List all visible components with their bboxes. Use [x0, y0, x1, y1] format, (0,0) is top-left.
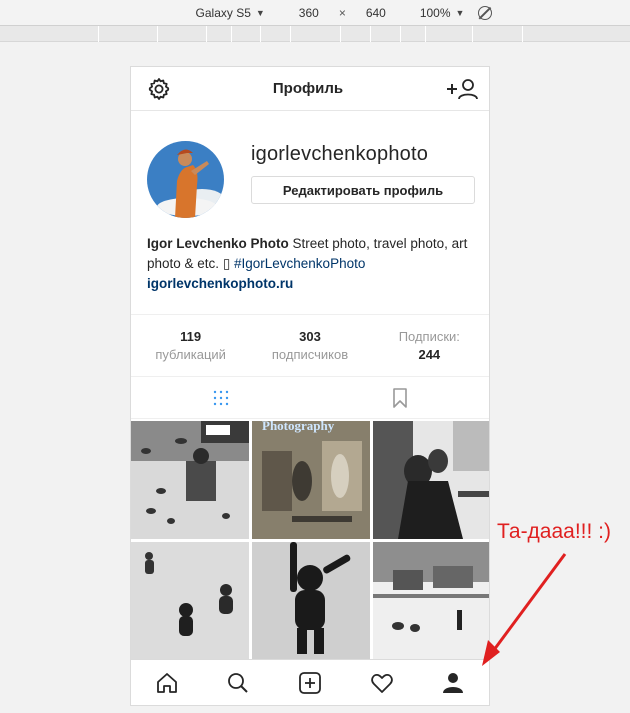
media-query-ruler: [0, 26, 630, 42]
followers-count: 303: [299, 329, 321, 344]
nav-activity[interactable]: [364, 665, 400, 701]
device-select[interactable]: Galaxy S5 ▼: [196, 6, 265, 20]
bio: Igor Levchenko Photo Street photo, trave…: [131, 234, 489, 314]
stat-posts[interactable]: 119 публикаций: [131, 315, 250, 376]
following-count: 244: [418, 347, 441, 362]
chevron-down-icon: ▼: [255, 7, 265, 18]
red-arrow-annotation: [482, 553, 567, 666]
photo-caption: Photography: [262, 421, 335, 433]
photo-couple-tram[interactable]: [373, 421, 489, 539]
grid-icon: [213, 390, 228, 405]
home-icon: [156, 672, 177, 693]
posts-label: публикаций: [155, 347, 226, 362]
stat-following[interactable]: Подписки: 244: [370, 315, 489, 376]
photo-snow-village[interactable]: [373, 542, 489, 660]
following-label: Подписки:: [398, 329, 460, 344]
profile-icon: [443, 672, 464, 693]
photo-snow-children[interactable]: [131, 542, 249, 660]
nav-profile[interactable]: [435, 665, 471, 701]
annotation-text: Та-дааа!!! :): [497, 520, 612, 543]
add-user-icon[interactable]: [445, 77, 479, 101]
posts-count: 119: [180, 329, 202, 344]
phone-viewport: Профиль igorlevchenkophoto Редактировать…: [130, 66, 490, 706]
stat-followers[interactable]: 303 подписчиков: [250, 315, 369, 376]
zoom-select[interactable]: 100% ▼: [420, 6, 465, 20]
device-name: Galaxy S5: [195, 5, 251, 20]
tab-grid[interactable]: [131, 377, 310, 418]
bio-hashtag[interactable]: #IgorLevchenkoPhoto: [230, 256, 365, 271]
bottom-nav: [131, 659, 489, 705]
heart-icon: [370, 673, 393, 693]
times-sign: ×: [338, 5, 346, 20]
add-post-icon: [299, 671, 321, 694]
search-icon: [228, 672, 249, 693]
zoom-value: 100%: [419, 5, 451, 20]
page-title: Профиль: [272, 80, 344, 97]
username: igorlevchenkophoto: [251, 143, 429, 165]
profile-tabs: [131, 377, 489, 419]
nav-home[interactable]: [149, 665, 185, 701]
chevron-down-icon: ▼: [455, 7, 465, 18]
rotate-disabled-icon[interactable]: [478, 5, 493, 20]
nav-add-post[interactable]: [292, 665, 328, 701]
height-field[interactable]: 640: [354, 6, 398, 20]
tab-saved[interactable]: [310, 377, 489, 418]
gear-icon[interactable]: [147, 77, 171, 101]
nav-search[interactable]: [220, 665, 256, 701]
photo-grid: Photography: [131, 419, 489, 660]
avatar[interactable]: [147, 141, 224, 218]
bio-link[interactable]: igorlevchenkophoto.ru: [147, 274, 473, 294]
edit-profile-button[interactable]: Редактировать профиль: [251, 176, 475, 204]
stats-bar: 119 публикаций 303 подписчиков Подписки:…: [131, 314, 489, 377]
followers-label: подписчиков: [271, 347, 349, 362]
width-field[interactable]: 360: [287, 6, 331, 20]
photo-street-musicians[interactable]: Photography: [252, 421, 370, 539]
photo-child-statue[interactable]: [252, 542, 370, 660]
top-bar: Профиль: [131, 67, 489, 111]
profile-header: igorlevchenkophoto Редактировать профиль: [131, 111, 489, 234]
device-toolbar: Galaxy S5 ▼ 360 × 640 100% ▼: [0, 0, 630, 26]
bio-name: Igor Levchenko Photo: [147, 236, 289, 251]
bookmark-icon: [392, 387, 407, 408]
photo-pigeons[interactable]: [131, 421, 249, 539]
